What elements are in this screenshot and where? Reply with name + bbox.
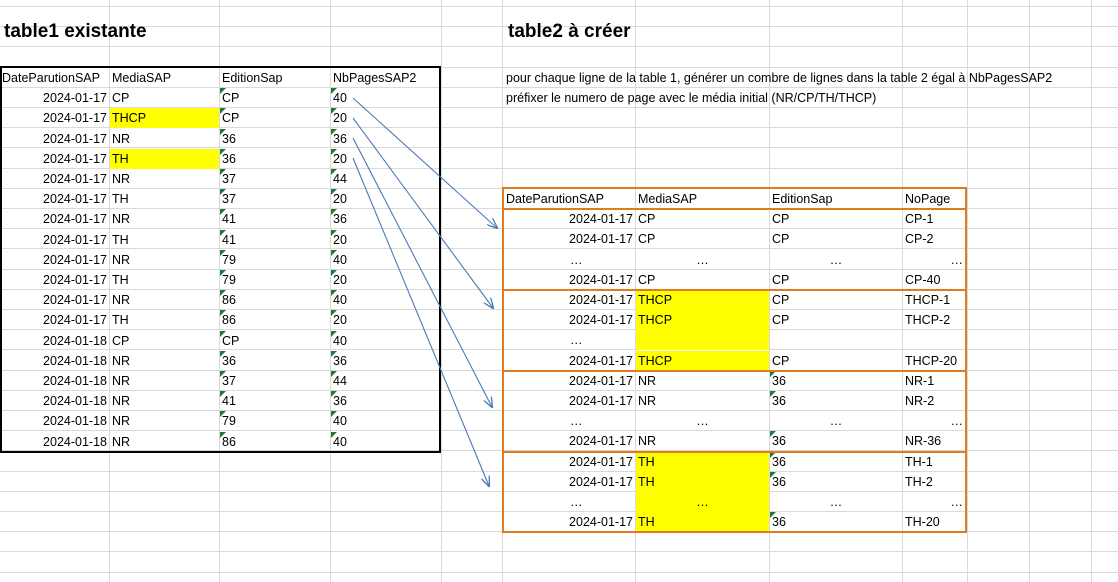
table2-title: table2 à créer [508,21,631,42]
note-line-1: pour chaque ligne de la table 1, générer… [506,71,1053,85]
table1-border [0,66,441,453]
table2-border [502,187,967,533]
table1-title: table1 existante [4,21,147,42]
table2-group-separator [502,208,967,210]
table2-group-separator [502,289,967,291]
note-line-2: préfixer le numero de page avec le média… [506,91,877,105]
table2-group-separator [502,451,967,453]
table2-group-separator [502,370,967,372]
